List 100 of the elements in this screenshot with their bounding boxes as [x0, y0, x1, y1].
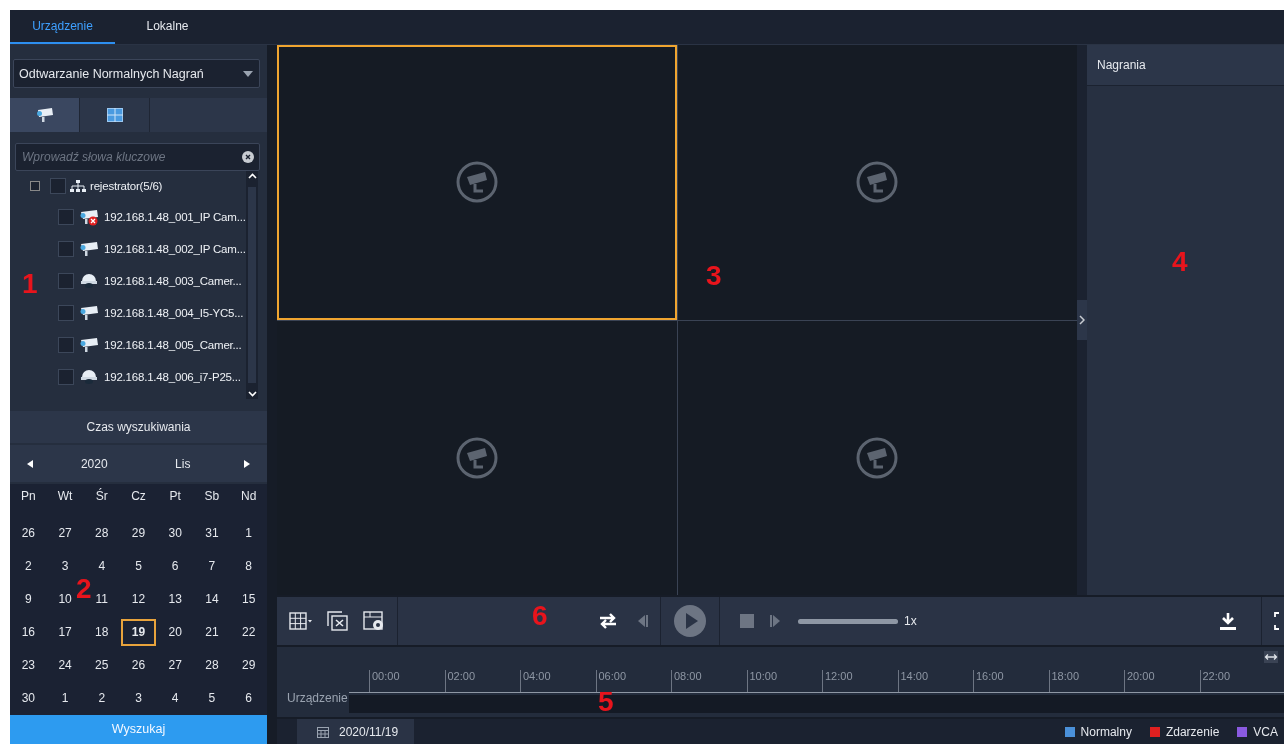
time-tick: 20:00 [1124, 670, 1200, 692]
calendar-day[interactable]: 15 [231, 586, 266, 613]
checkbox[interactable] [58, 336, 74, 353]
video-cell[interactable] [677, 320, 1077, 595]
calendar-day[interactable]: 14 [194, 586, 230, 613]
calendar-day[interactable]: 3 [121, 685, 156, 712]
calendar-day[interactable]: 29 [231, 652, 266, 679]
weekday-label: Wt [56, 488, 74, 506]
sync-icon[interactable] [598, 612, 618, 630]
speed-slider[interactable] [798, 618, 898, 624]
search-field[interactable]: Wprowadź słowa kluczowe [15, 142, 260, 171]
calendar-day[interactable]: 20 [157, 619, 193, 646]
calendar-day[interactable]: 7 [194, 553, 230, 580]
checkbox[interactable] [58, 368, 74, 385]
annotation-number: 3 [706, 262, 722, 290]
close-all-icon[interactable] [327, 611, 349, 631]
legend-label: Normalny [1080, 724, 1132, 739]
calendar-icon [317, 725, 329, 738]
panel-title: Nagrania [1087, 45, 1284, 86]
calendar-day[interactable]: 12 [121, 586, 156, 613]
calendar-day[interactable]: 26 [11, 520, 46, 547]
time-tick: 12:00 [822, 670, 898, 692]
caret-icon [243, 70, 253, 77]
tree-item[interactable]: 192.168.1.48_002_IP Cam... [104, 242, 246, 255]
expand-panel-button[interactable] [1077, 300, 1087, 340]
scrollbar[interactable] [246, 170, 258, 399]
scroll-down-icon[interactable] [247, 390, 257, 397]
clear-icon[interactable] [242, 150, 254, 163]
weekday-label: Pn [20, 488, 37, 506]
collapse-toggle[interactable] [30, 180, 40, 191]
calendar-day[interactable]: 4 [157, 685, 193, 712]
calendar-day[interactable]: 25 [84, 652, 120, 679]
weekday-label: Cz [130, 488, 147, 506]
step-forward-icon[interactable] [770, 614, 782, 628]
video-cell[interactable] [277, 320, 677, 595]
calendar-day[interactable]: 1 [231, 520, 266, 547]
step-back-icon[interactable] [636, 614, 648, 628]
calendar-day[interactable]: 2 [11, 553, 46, 580]
snapshot-icon[interactable] [363, 611, 385, 631]
calendar-day[interactable]: 27 [157, 652, 193, 679]
video-cell[interactable] [277, 45, 677, 320]
calendar-day[interactable]: 9 [11, 586, 46, 613]
calendar-day[interactable]: 19 [121, 619, 156, 646]
calendar-day[interactable]: 1 [47, 685, 83, 712]
calendar-day[interactable]: 5 [194, 685, 230, 712]
checkbox[interactable] [50, 177, 66, 194]
calendar-day[interactable]: 26 [121, 652, 156, 679]
time-tick: 00:00 [369, 670, 445, 692]
play-button[interactable] [673, 604, 707, 638]
month-label: Lis [174, 456, 192, 471]
calendar-day[interactable]: 21 [194, 619, 230, 646]
calendar-day[interactable]: 8 [231, 553, 266, 580]
checkbox[interactable] [58, 240, 74, 257]
calendar-day[interactable]: 6 [157, 553, 193, 580]
checkbox[interactable] [58, 272, 74, 289]
calendar-day[interactable]: 6 [231, 685, 266, 712]
calendar-day[interactable]: 23 [11, 652, 46, 679]
video-cell[interactable] [677, 45, 1077, 320]
scroll-up-icon[interactable] [247, 172, 257, 179]
tree-item[interactable]: 192.168.1.48_004_I5-YC5... [104, 306, 244, 319]
camera-icon [78, 303, 100, 322]
section-title: Czas wyszukiwania [10, 410, 267, 444]
camera-placeholder-icon [856, 161, 899, 204]
calendar-day[interactable]: 16 [11, 619, 46, 646]
calendar-day[interactable]: 29 [121, 520, 156, 547]
tree-item[interactable]: 192.168.1.48_003_Camer... [104, 274, 242, 287]
calendar-day[interactable]: 28 [194, 652, 230, 679]
date-display[interactable]: 2020/11/19 [297, 719, 415, 744]
zoom-icon[interactable] [1264, 651, 1278, 663]
calendar-day[interactable]: 2 [84, 685, 120, 712]
calendar-day[interactable]: 18 [84, 619, 120, 646]
camera-placeholder-icon [856, 436, 899, 479]
calendar-day[interactable]: 30 [11, 685, 46, 712]
camera-view-tab[interactable] [10, 98, 80, 132]
tree-item[interactable]: 192.168.1.48_001_IP Cam... [104, 210, 246, 223]
tree-item[interactable]: 192.168.1.48_005_Camer... [104, 338, 242, 351]
mode-dropdown[interactable]: Odtwarzanie Normalnych Nagrań [13, 59, 260, 88]
calendar-day[interactable]: 22 [231, 619, 266, 646]
calendar-day[interactable]: 28 [84, 520, 120, 547]
calendar-day[interactable]: 30 [157, 520, 193, 547]
calendar-day[interactable]: 17 [47, 619, 83, 646]
checkbox[interactable] [58, 304, 74, 321]
calendar-day[interactable]: 31 [194, 520, 230, 547]
camera-icon [78, 335, 100, 354]
annotation-number: 6 [532, 602, 548, 630]
checkbox[interactable] [58, 208, 74, 225]
legend-label: Zdarzenie [1165, 724, 1220, 739]
camera-placeholder-icon [455, 436, 498, 479]
calendar-day[interactable]: 5 [121, 553, 156, 580]
weekday-label: Nd [239, 488, 258, 506]
calendar-day[interactable]: 13 [157, 586, 193, 613]
calendar-day[interactable]: 27 [47, 520, 83, 547]
tree-item[interactable]: rejestrator(5/6) [90, 179, 163, 192]
right-triangle-icon [244, 459, 250, 468]
tab[interactable]: Lokalne [115, 10, 220, 44]
tree-item[interactable]: 192.168.1.48_006_i7-P25... [104, 370, 241, 383]
download-icon[interactable] [1219, 612, 1237, 630]
annotation-number: 1 [22, 270, 38, 298]
layout-grid-icon[interactable] [289, 612, 313, 630]
calendar-day[interactable]: 24 [47, 652, 83, 679]
